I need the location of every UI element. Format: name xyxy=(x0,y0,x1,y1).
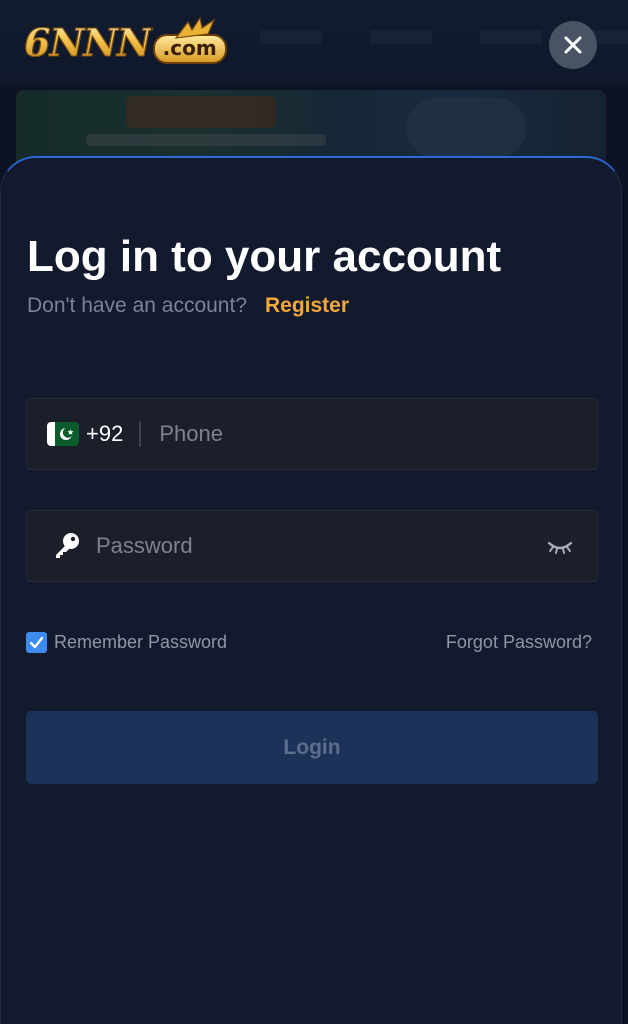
page-title: Log in to your account xyxy=(27,232,502,281)
login-button[interactable]: Login xyxy=(26,711,598,784)
register-prompt: Don't have an account? Register xyxy=(27,294,349,318)
phone-field: +92 xyxy=(26,398,598,470)
login-sheet: Log in to your account Don't have an acc… xyxy=(0,156,622,1024)
remember-checkbox[interactable] xyxy=(26,632,47,653)
password-field xyxy=(26,510,598,582)
register-prompt-text: Don't have an account? xyxy=(27,294,247,317)
pakistan-flag-icon[interactable] xyxy=(47,422,79,446)
login-options: Remember Password Forgot Password? xyxy=(26,632,592,653)
remember-password-toggle[interactable]: Remember Password xyxy=(26,632,227,653)
remember-password-label: Remember Password xyxy=(54,632,228,652)
close-button[interactable] xyxy=(549,21,597,69)
password-input[interactable] xyxy=(94,510,547,582)
dragon-wing-icon xyxy=(174,16,216,39)
close-icon xyxy=(564,36,582,54)
eye-closed-icon[interactable] xyxy=(547,537,573,555)
key-icon xyxy=(56,533,79,558)
country-dial-code[interactable]: +92 xyxy=(86,421,123,447)
phone-input[interactable] xyxy=(157,398,597,470)
register-link[interactable]: Register xyxy=(265,294,349,317)
screen: 6NNN .com Log in to your account Don't h… xyxy=(0,0,628,1024)
divider xyxy=(139,421,142,447)
flag-graphic xyxy=(47,422,79,446)
checkmark-icon xyxy=(29,636,44,649)
logo-text: 6NNN xyxy=(24,20,153,66)
site-logo: 6NNN .com xyxy=(24,16,227,66)
forgot-password-link[interactable]: Forgot Password? xyxy=(446,632,592,653)
